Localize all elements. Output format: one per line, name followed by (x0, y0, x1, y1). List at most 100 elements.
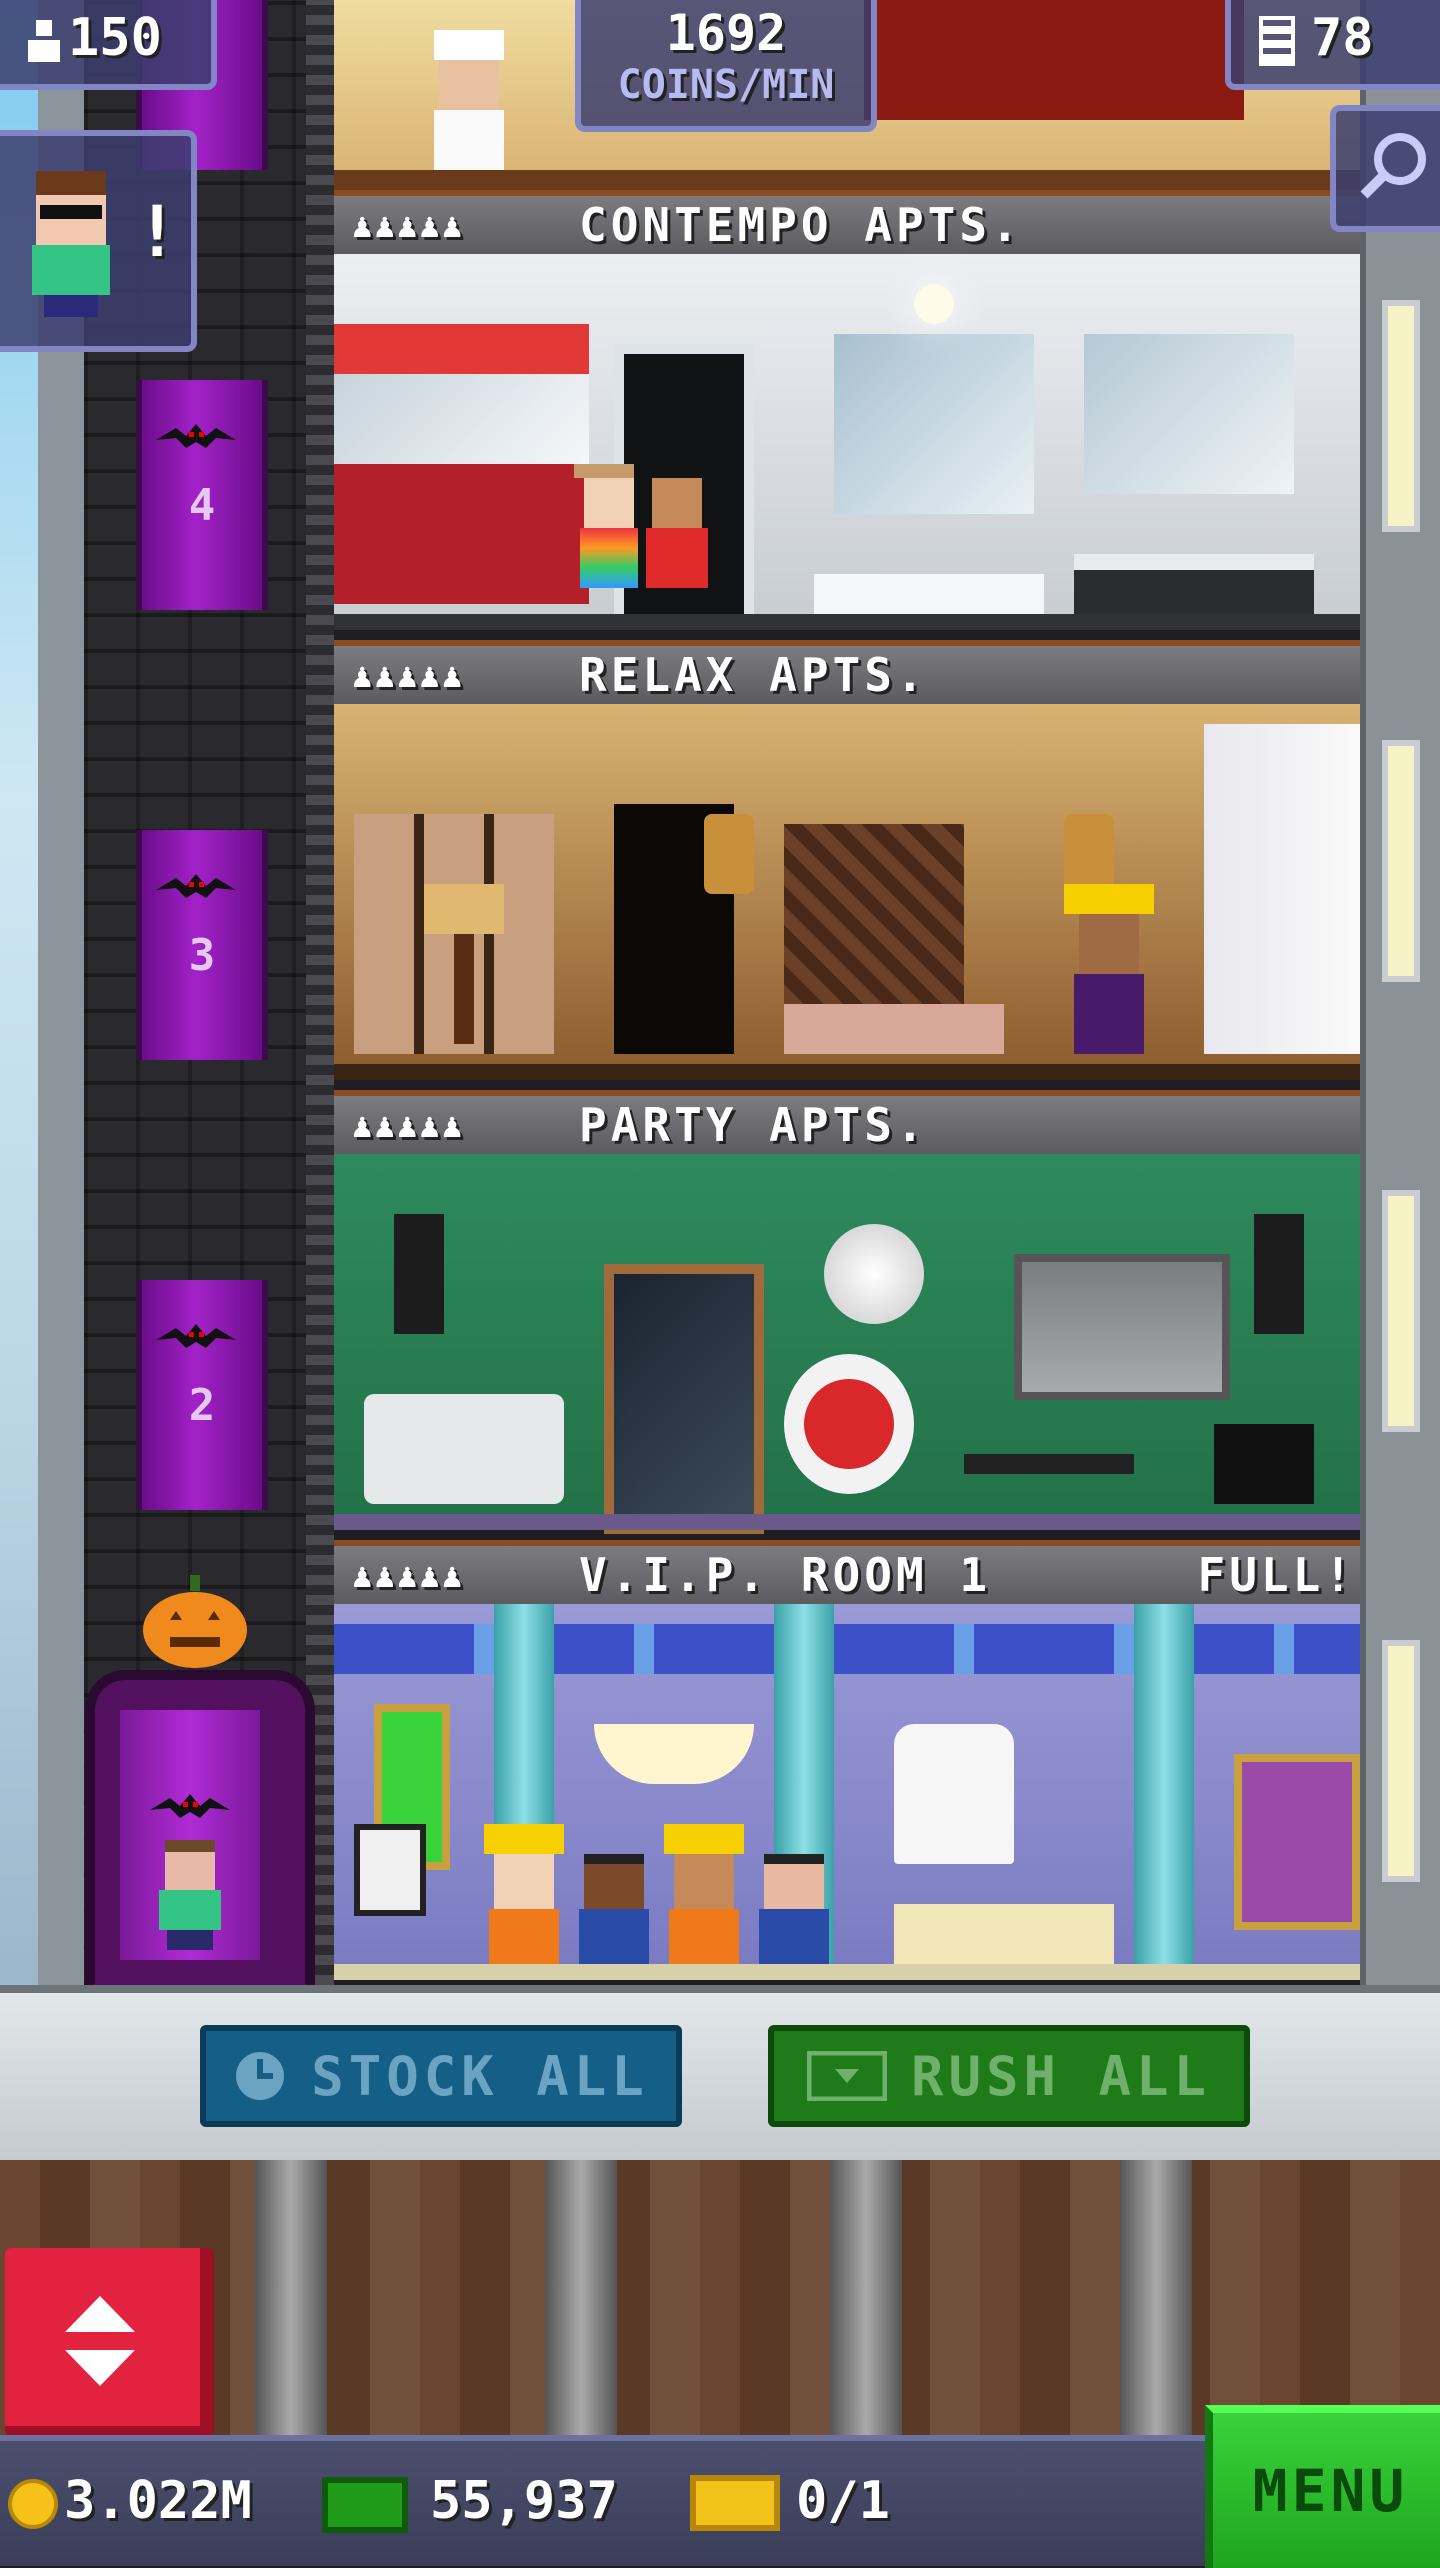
decor-red-panel (334, 324, 589, 374)
lobby-floor (0, 2160, 1440, 2435)
floor-label[interactable]: ♟♟♟♟♟ RELAX APTS. (334, 640, 1360, 708)
elevator-segment-floor-2: 2 (136, 1280, 268, 1510)
decor-futon (784, 1004, 1004, 1054)
floor-label[interactable]: ♟♟♟♟♟ V.I.P. ROOM 1 FULL! (334, 1540, 1360, 1608)
dj-deck-icon (1214, 1424, 1314, 1504)
floors-count: 78 (1311, 8, 1374, 68)
decor-column (1134, 1604, 1194, 1964)
residents-pair (574, 464, 724, 624)
floor-label[interactable]: ♟♟♟♟♟ CONTEMPO APTS. (334, 190, 1360, 258)
visitor-avatar (26, 171, 116, 321)
floor-boards (334, 1514, 1360, 1530)
bux-value: 55,937 (430, 2471, 618, 2531)
lamp-icon (424, 884, 504, 1044)
population-panel[interactable]: 150 (0, 0, 217, 90)
pumpkin-icon (140, 1575, 250, 1670)
tv-icon (1014, 1254, 1230, 1400)
bat-icon (156, 424, 236, 448)
bux-icon (322, 2477, 408, 2533)
decor-bench (814, 574, 1044, 614)
floor-room-party[interactable] (334, 1154, 1360, 1534)
vip-guests (484, 1824, 884, 1974)
status-bar: 3.022M 55,937 0/1 (0, 2435, 1205, 2566)
floor-room-vip[interactable] (334, 1604, 1360, 1980)
elevator-floor-number: 3 (188, 930, 216, 981)
lobby-pillar (830, 2160, 902, 2435)
floor-name: PARTY APTS. (579, 1098, 928, 1152)
visitor-notification-button[interactable]: ! (0, 130, 197, 352)
decor-curtain (1204, 724, 1360, 1054)
rush-all-label: RUSH ALL (910, 2044, 1212, 2108)
population-count: 150 (68, 8, 162, 68)
chef-character (424, 30, 514, 170)
zoom-button[interactable] (1330, 105, 1440, 232)
elevator-floor-number: 4 (188, 480, 216, 531)
tickets-value: 0/1 (796, 2471, 890, 2531)
computer-icon (354, 1824, 426, 1916)
floor-boards (334, 1964, 1360, 1980)
decor-window (334, 374, 589, 464)
floor-room-contempo[interactable] (334, 254, 1360, 630)
lobby-pillar (255, 2160, 327, 2435)
building-window (1382, 1190, 1420, 1432)
income-rate-unit: COINS/MIN (617, 62, 835, 108)
bat-icon (156, 1324, 236, 1348)
elevator-passenger (155, 1840, 225, 1950)
doorway (604, 1264, 764, 1534)
residents-icons: ♟♟♟♟♟ (352, 1106, 465, 1146)
lobby-pillar (1120, 2160, 1192, 2435)
decor-table (964, 1454, 1134, 1474)
bat-icon (156, 874, 236, 898)
rush-all-button[interactable]: RUSH ALL (768, 2025, 1250, 2127)
elevator-control-button[interactable] (5, 2248, 214, 2436)
residents-icons: ♟♟♟♟♟ (352, 656, 465, 696)
floors-panel[interactable]: 78 (1225, 0, 1440, 90)
coin-icon (8, 2479, 58, 2529)
decor-red-wall (334, 464, 589, 604)
income-rate-value: 1692 (665, 4, 787, 62)
residents-icons: ♟♟♟♟♟ (352, 1556, 465, 1596)
menu-button[interactable]: MENU (1205, 2405, 1440, 2568)
ticket-icon (690, 2475, 780, 2531)
decor-lattice-panel (784, 824, 964, 1004)
clock-icon (236, 2052, 285, 2100)
stock-all-button[interactable]: STOCK ALL (200, 2025, 682, 2127)
floor-boards (334, 1064, 1360, 1080)
building-window (1382, 1640, 1420, 1882)
speaker-icon (1254, 1214, 1304, 1334)
decor-red-tapestry (864, 0, 1244, 120)
floor-name: RELAX APTS. (579, 648, 928, 702)
bux-icon (806, 2051, 887, 2101)
lantern-icon (704, 814, 754, 894)
unicorn-statue-icon (894, 1724, 1014, 1864)
menu-label: MENU (1252, 2456, 1409, 2525)
stock-all-label: STOCK ALL (311, 2044, 649, 2108)
up-down-arrows-icon (65, 2296, 135, 2386)
speaker-icon (394, 1214, 444, 1334)
chandelier-icon (594, 1724, 754, 1784)
population-icon (24, 20, 64, 64)
elevator-car[interactable] (85, 1670, 315, 1995)
building-window (1382, 740, 1420, 982)
elevator-rail (306, 0, 334, 1985)
decor-mirror (834, 334, 1034, 514)
floor-name: V.I.P. ROOM 1 (579, 1548, 992, 1602)
decor-windows-strip (334, 1624, 1360, 1674)
building-window (1382, 300, 1420, 532)
floor-room-relax[interactable] (334, 704, 1360, 1080)
decor-fountain-base (894, 1904, 1114, 1964)
lamp-light (914, 284, 954, 324)
building-icon (1259, 16, 1295, 66)
resident-yellow-hat (1064, 884, 1154, 1064)
magnifier-icon (1360, 133, 1426, 199)
floor-boards (334, 614, 1360, 630)
lobby-pillar (545, 2160, 617, 2435)
floor-name: CONTEMPO APTS. (579, 198, 1023, 252)
elevator-floor-number: 2 (188, 1380, 216, 1431)
bat-icon (150, 1794, 230, 1818)
elevator-segment-floor-3: 3 (136, 830, 268, 1060)
disco-ball-icon (824, 1224, 924, 1324)
floor-boards (334, 170, 1360, 190)
floor-label[interactable]: ♟♟♟♟♟ PARTY APTS. (334, 1090, 1360, 1158)
decor-sofa (364, 1394, 564, 1504)
